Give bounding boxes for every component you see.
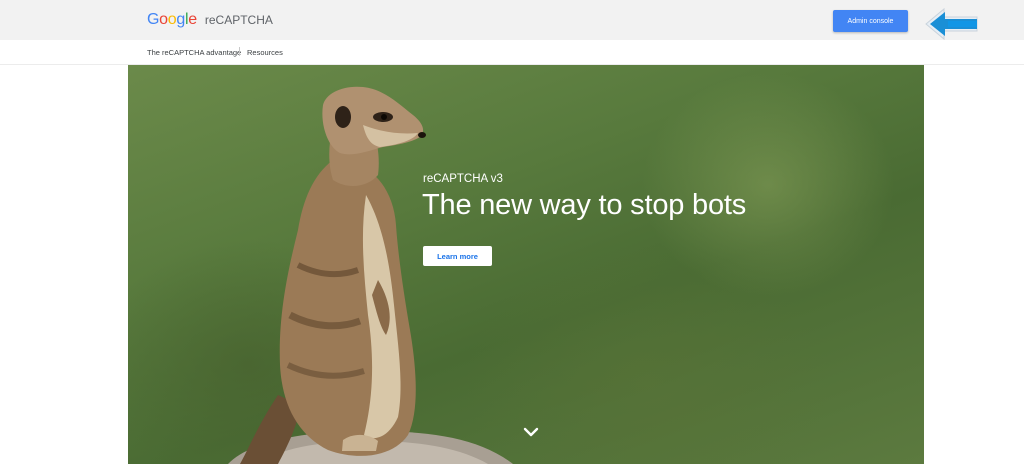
hero-kicker: reCAPTCHA v3 bbox=[423, 173, 503, 185]
hero-title: The new way to stop bots bbox=[422, 189, 747, 221]
meerkat-photo bbox=[228, 86, 513, 464]
arrow-left-icon bbox=[924, 7, 980, 41]
learn-more-button[interactable]: Learn more bbox=[423, 246, 492, 266]
google-wordmark: Google bbox=[147, 11, 197, 28]
nav-link-resources[interactable]: Resources bbox=[247, 48, 283, 57]
nav-link-recaptcha-advantage[interactable]: The reCAPTCHA advantage bbox=[147, 48, 241, 57]
admin-console-button[interactable]: Admin console bbox=[833, 10, 908, 32]
recaptcha-logo[interactable]: Google reCAPTCHA bbox=[147, 11, 273, 29]
nav-divider bbox=[239, 47, 240, 56]
chevron-down-icon[interactable] bbox=[523, 425, 539, 439]
product-name: reCAPTCHA bbox=[204, 13, 273, 27]
top-bar: Google reCAPTCHA Admin console bbox=[0, 0, 1024, 41]
hero-banner: reCAPTCHA v3 The new way to stop bots Le… bbox=[128, 65, 924, 464]
sub-navigation: The reCAPTCHA advantage Resources bbox=[0, 40, 1024, 65]
